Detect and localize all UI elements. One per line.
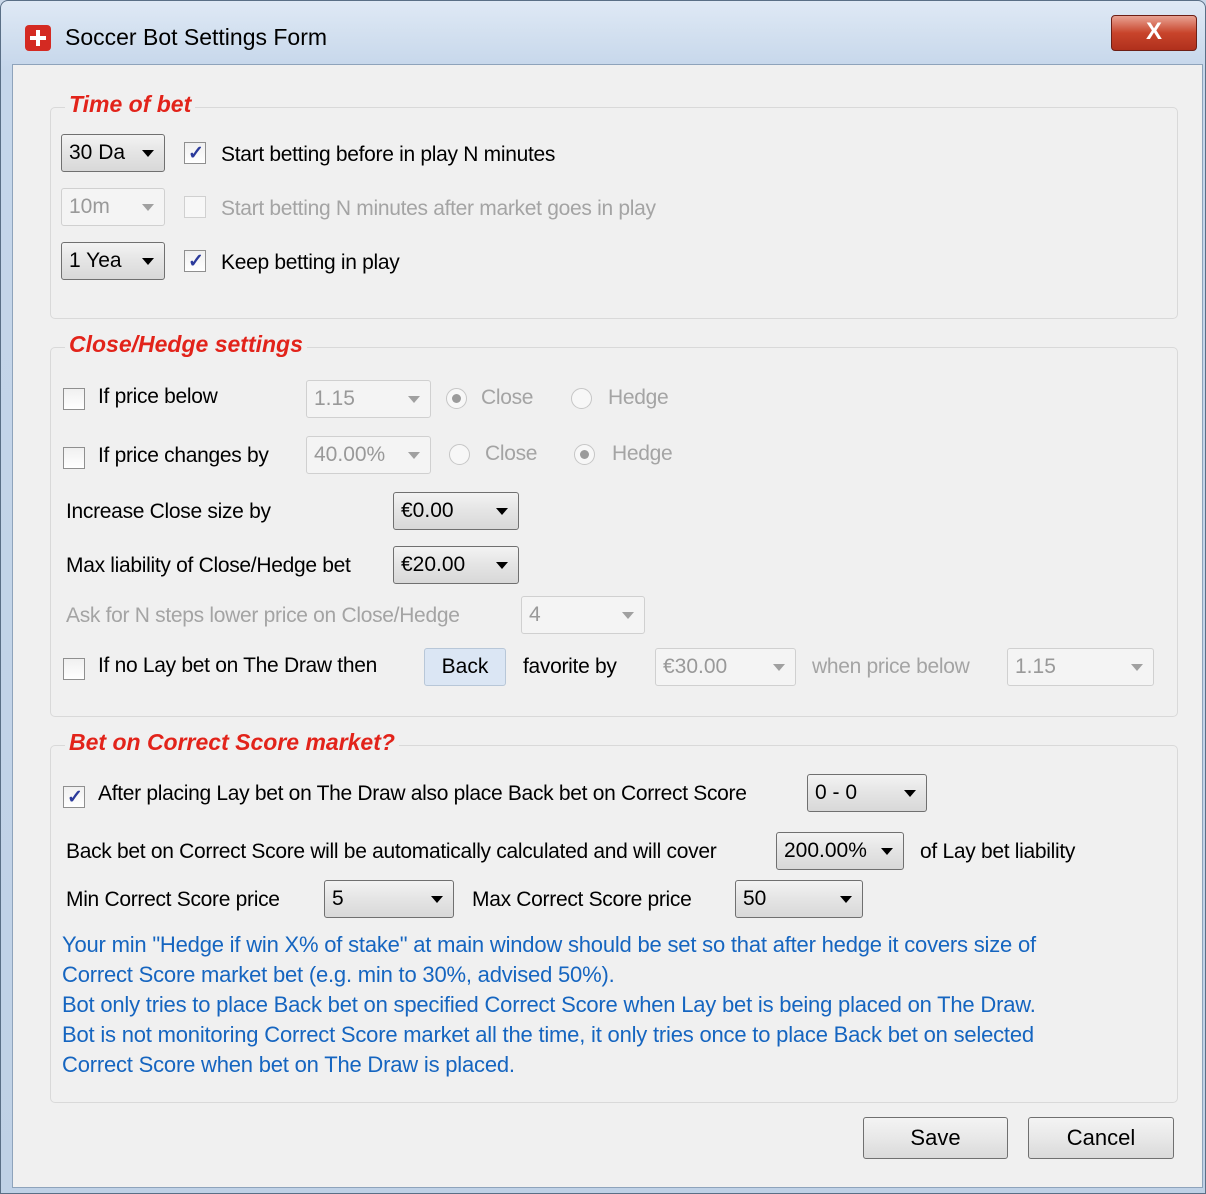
chevron-down-icon	[904, 790, 916, 797]
combo-value: 5	[332, 887, 344, 910]
min-price-label: Min Correct Score price	[66, 888, 280, 911]
start-after-combo[interactable]: 10m	[61, 188, 165, 226]
checkmark-icon: ✓	[67, 787, 83, 808]
chevron-down-icon	[142, 150, 154, 157]
start-after-checkbox[interactable]	[184, 196, 206, 218]
price-changes-close-label: Close	[485, 442, 538, 465]
keep-betting-label: Keep betting in play	[221, 251, 400, 274]
no-lay-label: If no Lay bet on The Draw then	[98, 654, 377, 677]
checkmark-icon: ✓	[188, 143, 204, 164]
back-lay-toggle-button[interactable]: Back	[424, 648, 506, 686]
max-price-combo[interactable]: 50	[735, 880, 863, 918]
radio-selected-dot	[580, 450, 589, 459]
chevron-down-icon	[142, 258, 154, 265]
ask-steps-combo[interactable]: 4	[521, 596, 645, 634]
chevron-down-icon	[840, 896, 852, 903]
combo-value: 200.00%	[784, 839, 867, 862]
app-icon	[25, 25, 51, 51]
time-of-bet-group: Time of bet 30 Da ✓ Start betting before…	[50, 91, 1178, 319]
close-hedge-group: Close/Hedge settings If price below 1.15…	[50, 331, 1178, 717]
info-line: Correct Score market bet (e.g. min to 30…	[62, 962, 615, 987]
increase-close-label: Increase Close size by	[66, 500, 271, 523]
combo-value: 0 - 0	[815, 781, 858, 804]
combo-value: 40.00%	[314, 443, 386, 466]
price-changes-hedge-radio[interactable]	[574, 444, 595, 465]
info-line: Bot is not monitoring Correct Score mark…	[62, 1022, 1034, 1047]
chevron-down-icon	[431, 896, 443, 903]
combo-value: €30.00	[663, 655, 728, 678]
max-liability-combo[interactable]: €20.00	[393, 546, 519, 584]
correct-score-title: Bet on Correct Score market?	[65, 729, 399, 756]
radio-selected-dot	[452, 394, 461, 403]
chevron-down-icon	[1131, 664, 1143, 671]
close-hedge-title: Close/Hedge settings	[65, 331, 307, 358]
combo-value: 1.15	[314, 387, 355, 410]
combo-value: 30 Da	[69, 141, 126, 164]
combo-value: 10m	[69, 195, 110, 218]
start-after-label: Start betting N minutes after market goe…	[221, 197, 656, 220]
close-window-button[interactable]: X	[1111, 15, 1197, 51]
start-before-combo[interactable]: 30 Da	[61, 134, 165, 172]
combo-value: 1.15	[1015, 655, 1056, 678]
price-changes-close-radio[interactable]	[449, 444, 470, 465]
price-changes-label: If price changes by	[98, 444, 269, 467]
chevron-down-icon	[408, 396, 420, 403]
cancel-button[interactable]: Cancel	[1028, 1117, 1174, 1159]
chevron-down-icon	[496, 562, 508, 569]
keep-betting-checkbox[interactable]: ✓	[184, 250, 206, 272]
window-title: Soccer Bot Settings Form	[65, 24, 328, 50]
chevron-down-icon	[881, 848, 893, 855]
chevron-down-icon	[142, 204, 154, 211]
chevron-down-icon	[408, 452, 420, 459]
price-below-hedge-label: Hedge	[608, 386, 669, 409]
price-below-combo[interactable]: 1.15	[306, 380, 431, 418]
when-price-below-label: when price below	[812, 655, 970, 678]
cover-label: Back bet on Correct Score will be automa…	[66, 840, 717, 863]
start-before-label: Start betting before in play N minutes	[221, 143, 556, 166]
price-below-label: If price below	[98, 385, 218, 408]
checkmark-icon: ✓	[188, 251, 204, 272]
after-placing-checkbox[interactable]: ✓	[63, 786, 85, 808]
info-text: Your min "Hedge if win X% of stake" at m…	[62, 930, 1036, 1080]
favorite-by-label: favorite by	[523, 655, 617, 678]
combo-value: 1 Yea	[69, 249, 122, 272]
title-bar[interactable]: Soccer Bot Settings Form X	[1, 1, 1205, 61]
price-changes-hedge-label: Hedge	[612, 442, 673, 465]
start-before-checkbox[interactable]: ✓	[184, 142, 206, 164]
max-price-label: Max Correct Score price	[472, 888, 692, 911]
no-lay-checkbox[interactable]	[63, 658, 85, 680]
cover-percent-combo[interactable]: 200.00%	[776, 832, 904, 870]
combo-value: 50	[743, 887, 767, 910]
chevron-down-icon	[496, 508, 508, 515]
price-below-close-radio[interactable]	[446, 388, 467, 409]
price-changes-combo[interactable]: 40.00%	[306, 436, 431, 474]
correct-score-group: Bet on Correct Score market? ✓ After pla…	[50, 729, 1178, 1103]
max-liability-label: Max liability of Close/Hedge bet	[66, 554, 351, 577]
keep-betting-combo[interactable]: 1 Yea	[61, 242, 165, 280]
info-line: Correct Score when bet on The Draw is pl…	[62, 1052, 515, 1077]
time-of-bet-title: Time of bet	[65, 91, 196, 118]
when-price-below-combo[interactable]: 1.15	[1007, 648, 1154, 686]
chevron-down-icon	[773, 664, 785, 671]
info-line: Your min "Hedge if win X% of stake" at m…	[62, 932, 1036, 957]
price-below-hedge-radio[interactable]	[571, 388, 592, 409]
increase-close-combo[interactable]: €0.00	[393, 492, 519, 530]
min-price-combo[interactable]: 5	[324, 880, 454, 918]
price-below-close-label: Close	[481, 386, 534, 409]
info-line: Bot only tries to place Back bet on spec…	[62, 992, 1036, 1017]
favorite-by-combo[interactable]: €30.00	[655, 648, 796, 686]
combo-value: €0.00	[401, 499, 454, 522]
chevron-down-icon	[622, 612, 634, 619]
price-changes-checkbox[interactable]	[63, 447, 85, 469]
form-body: Time of bet 30 Da ✓ Start betting before…	[12, 64, 1203, 1188]
combo-value: €20.00	[401, 553, 466, 576]
after-placing-label: After placing Lay bet on The Draw also p…	[98, 782, 747, 805]
correct-score-combo[interactable]: 0 - 0	[807, 774, 927, 812]
save-button[interactable]: Save	[863, 1117, 1008, 1159]
price-below-checkbox[interactable]	[63, 388, 85, 410]
combo-value: 4	[529, 603, 541, 626]
cover-suffix-label: of Lay bet liability	[920, 840, 1076, 863]
ask-steps-label: Ask for N steps lower price on Close/Hed…	[66, 604, 460, 627]
